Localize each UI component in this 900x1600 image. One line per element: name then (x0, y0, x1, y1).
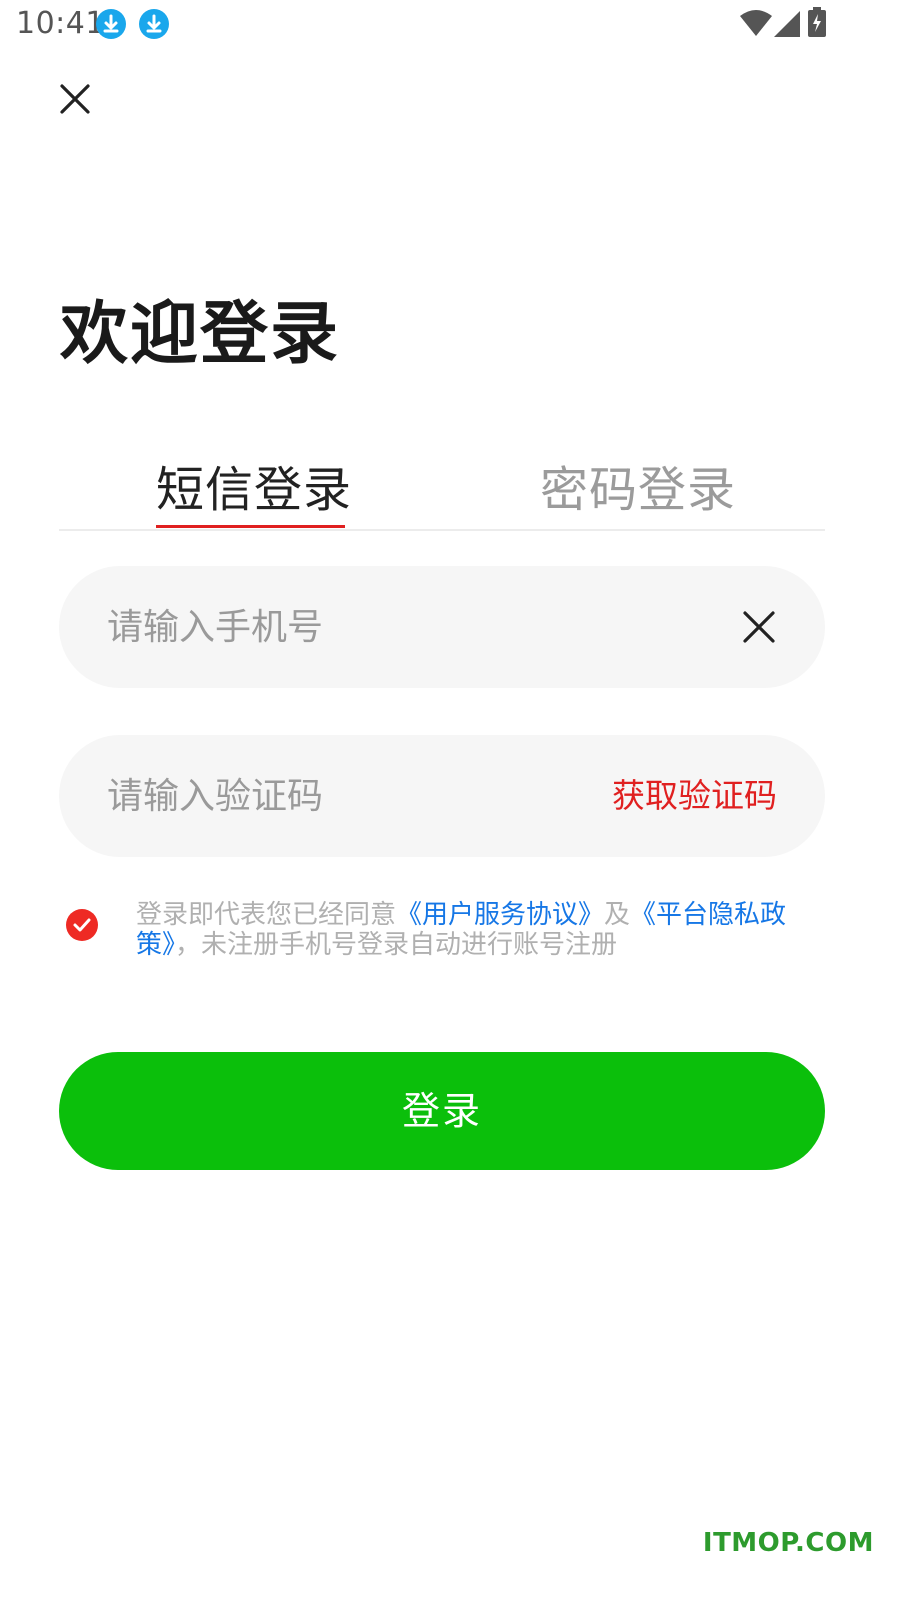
login-button[interactable]: 登录 (59, 1052, 825, 1170)
agreement-suffix: ，未注册手机号登录自动进行账号注册 (175, 930, 618, 960)
tab-sms-login[interactable]: 短信登录 (156, 450, 352, 520)
tab-password-login[interactable]: 密码登录 (540, 450, 736, 520)
agreement-conjunction: 及 (604, 900, 631, 930)
battery-charging-icon (807, 7, 827, 41)
check-icon (73, 918, 91, 932)
status-time: 10:41 (16, 6, 105, 41)
close-icon[interactable] (56, 80, 94, 118)
download-icon (96, 9, 126, 39)
active-tab-indicator (156, 525, 345, 528)
watermark: ITMOP.COM (702, 1528, 874, 1558)
code-field: 获取验证码 (59, 735, 825, 857)
get-code-button[interactable]: 获取验证码 (612, 735, 777, 857)
agreement-checkbox[interactable] (66, 909, 98, 941)
user-agreement-link[interactable]: 《用户服务协议》 (396, 900, 604, 930)
phone-field (59, 566, 825, 688)
wifi-icon (740, 10, 772, 40)
agreement-text: 登录即代表您已经同意《用户服务协议》及《平台隐私政策》，未注册手机号登录自动进行… (136, 900, 836, 960)
clear-icon[interactable] (741, 609, 777, 645)
verification-code-input[interactable] (107, 735, 627, 857)
phone-input[interactable] (107, 566, 627, 688)
agreement-prefix: 登录即代表您已经同意 (136, 900, 397, 930)
page-title: 欢迎登录 (60, 295, 341, 374)
download-icon (139, 9, 169, 39)
tab-divider (59, 529, 825, 531)
signal-icon (774, 11, 800, 41)
